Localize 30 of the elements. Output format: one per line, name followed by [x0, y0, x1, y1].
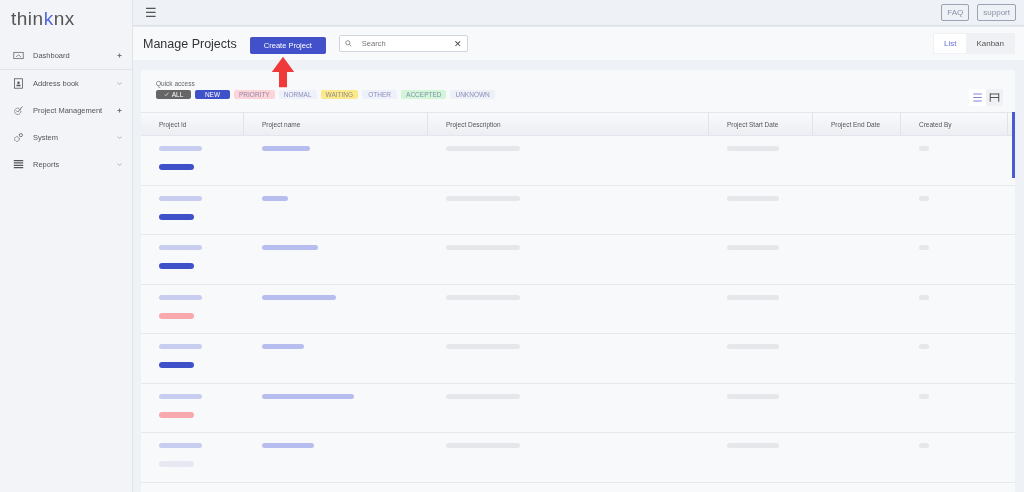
blurred-text [159, 393, 202, 399]
blurred-text [262, 443, 314, 448]
clear-button[interactable]: ✕ [453, 38, 462, 49]
blurred-text [262, 146, 310, 151]
menu-button[interactable]: ☰ [145, 5, 157, 20]
blurred-text [262, 344, 304, 349]
check-icon [163, 92, 169, 97]
gears-icon [13, 132, 24, 143]
blurred-text [159, 344, 202, 349]
page-title: Manage Projects [143, 36, 237, 51]
lines-icon [13, 159, 24, 170]
gear-check-icon [13, 105, 24, 116]
contact-card-icon [13, 78, 24, 89]
blurred-text [159, 294, 202, 300]
logo: thinknx [10, 7, 76, 31]
search-icon [344, 40, 352, 47]
blurred-text [262, 245, 318, 250]
plus-icon [117, 108, 122, 113]
blurred-text [159, 195, 202, 201]
blurred-text [159, 146, 202, 151]
blurred-text [262, 195, 288, 201]
callout-arrow [269, 55, 296, 88]
scrollbar-thumb[interactable] [1012, 112, 1015, 178]
blurred-text [159, 245, 202, 250]
list-view-icon[interactable] [969, 89, 986, 106]
view-tab[interactable]: List [933, 34, 967, 53]
view-tab[interactable]: Kanban [966, 34, 1014, 53]
blurred-text [159, 443, 202, 448]
gauge-icon [13, 50, 24, 61]
plus-icon [117, 53, 122, 58]
